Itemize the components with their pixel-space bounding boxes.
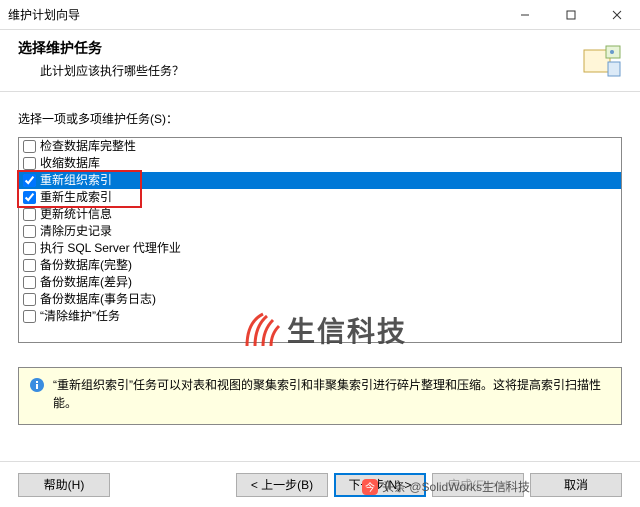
- task-item[interactable]: 检查数据库完整性: [19, 138, 621, 155]
- page-title: 选择维护任务: [18, 38, 622, 58]
- task-item[interactable]: 重新组织索引: [19, 172, 621, 189]
- titlebar: 维护计划向导: [0, 0, 640, 30]
- task-item[interactable]: “清除维护”任务: [19, 308, 621, 325]
- source-logo-icon: 今: [362, 479, 378, 495]
- task-listbox[interactable]: 检查数据库完整性收缩数据库重新组织索引重新生成索引更新统计信息清除历史记录执行 …: [18, 137, 622, 343]
- task-label: 备份数据库(差异): [40, 274, 132, 291]
- minimize-button[interactable]: [502, 0, 548, 29]
- task-label: 收缩数据库: [40, 155, 100, 172]
- task-label: 更新统计信息: [40, 206, 112, 223]
- task-checkbox[interactable]: [23, 140, 36, 153]
- task-item[interactable]: 更新统计信息: [19, 206, 621, 223]
- wizard-header: 选择维护任务 此计划应该执行哪些任务？: [0, 30, 640, 92]
- back-button[interactable]: < 上一步(B): [236, 473, 328, 497]
- close-button[interactable]: [594, 0, 640, 29]
- maximize-button[interactable]: [548, 0, 594, 29]
- task-label: 检查数据库完整性: [40, 138, 136, 155]
- help-button[interactable]: 帮助(H): [18, 473, 110, 497]
- task-item[interactable]: 备份数据库(完整): [19, 257, 621, 274]
- task-label: 备份数据库(完整): [40, 257, 132, 274]
- task-item[interactable]: 重新生成索引: [19, 189, 621, 206]
- task-checkbox[interactable]: [23, 259, 36, 272]
- task-checkbox[interactable]: [23, 276, 36, 289]
- task-label: 重新组织索引: [40, 172, 112, 189]
- content-area: 选择一项或多项维护任务(S)： 检查数据库完整性收缩数据库重新组织索引重新生成索…: [0, 92, 640, 351]
- task-label: 执行 SQL Server 代理作业: [40, 240, 181, 257]
- info-icon: [29, 377, 45, 393]
- task-item[interactable]: 清除历史记录: [19, 223, 621, 240]
- task-checkbox[interactable]: [23, 225, 36, 238]
- task-checkbox[interactable]: [23, 293, 36, 306]
- description-box: “重新组织索引”任务可以对表和视图的聚集索引和非聚集索引进行碎片整理和压缩。这将…: [18, 367, 622, 425]
- window-controls: [502, 0, 640, 29]
- task-label: “清除维护”任务: [40, 308, 120, 325]
- page-subtitle: 此计划应该执行哪些任务？: [18, 62, 622, 79]
- task-checkbox[interactable]: [23, 242, 36, 255]
- task-checkbox[interactable]: [23, 191, 36, 204]
- task-item[interactable]: 执行 SQL Server 代理作业: [19, 240, 621, 257]
- wizard-icon: [582, 44, 622, 80]
- cancel-button[interactable]: 取消: [530, 473, 622, 497]
- wizard-footer: 帮助(H) < 上一步(B) 下一步(N) > 完成(F) >>| 取消: [0, 461, 640, 507]
- task-checkbox[interactable]: [23, 157, 36, 170]
- task-checkbox[interactable]: [23, 174, 36, 187]
- window-title: 维护计划向导: [8, 6, 502, 23]
- source-credit: 今 头条 @SolidWorks生信科技: [362, 478, 530, 495]
- task-label: 清除历史记录: [40, 223, 112, 240]
- task-item[interactable]: 备份数据库(事务日志): [19, 291, 621, 308]
- task-label: 重新生成索引: [40, 189, 112, 206]
- task-item[interactable]: 收缩数据库: [19, 155, 621, 172]
- credit-text: 头条 @SolidWorks生信科技: [382, 478, 530, 495]
- description-text: “重新组织索引”任务可以对表和视图的聚集索引和非聚集索引进行碎片整理和压缩。这将…: [53, 376, 611, 416]
- task-item[interactable]: 备份数据库(差异): [19, 274, 621, 291]
- task-checkbox[interactable]: [23, 310, 36, 323]
- task-prompt: 选择一项或多项维护任务(S)：: [18, 110, 622, 127]
- task-label: 备份数据库(事务日志): [40, 291, 156, 308]
- task-checkbox[interactable]: [23, 208, 36, 221]
